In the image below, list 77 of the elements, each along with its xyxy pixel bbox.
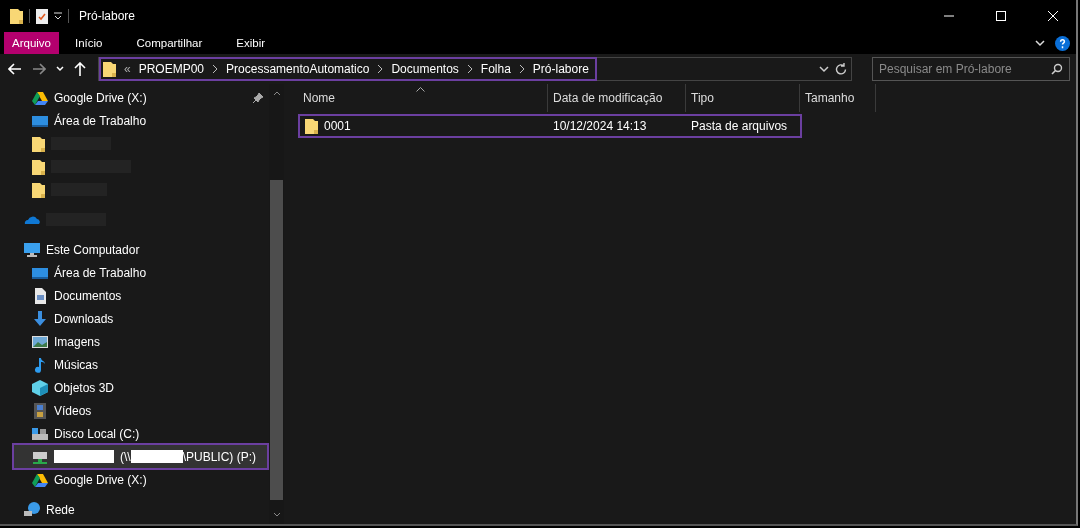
ribbon-tab[interactable]: Início <box>67 32 111 54</box>
sidebar-item[interactable]: Objetos 3D <box>0 376 269 399</box>
chevron-icon <box>377 65 384 73</box>
minimize-icon[interactable] <box>943 15 955 17</box>
scroll-up-icon[interactable] <box>272 90 281 96</box>
sidebar-item[interactable]: Documentos <box>0 284 269 307</box>
address-bar[interactable]: « PROEMP00 ProcessamentoAutomatico Documentos Folha Pró-labore <box>98 57 852 81</box>
download-icon <box>32 310 48 327</box>
ribbon-tab[interactable]: Arquivo <box>4 32 59 54</box>
breadcrumb[interactable]: Documentos <box>391 62 459 76</box>
sidebar-item[interactable]: Rede <box>0 498 269 521</box>
film-icon <box>32 402 48 419</box>
search-field[interactable]: Pesquisar em Pró-labore <box>872 57 1070 81</box>
column-header[interactable]: Tipo <box>686 84 800 112</box>
folder-icon <box>32 181 45 198</box>
close-icon[interactable] <box>1047 10 1059 22</box>
sidebar-item[interactable]: Google Drive (X:) <box>0 86 269 109</box>
folder-icon <box>103 61 116 77</box>
sidebar-item[interactable]: Área de Trabalho <box>0 261 269 284</box>
drive-icon <box>32 89 48 106</box>
drive-icon <box>32 471 48 488</box>
sidebar-item[interactable]: Este Computador <box>0 238 269 261</box>
sidebar-item[interactable]: Disco Local (C:) <box>0 422 269 445</box>
document-icon <box>32 287 48 304</box>
modified-date: 10/12/2024 14:13 <box>552 119 648 133</box>
pin-icon[interactable] <box>253 92 263 103</box>
chevron-icon <box>212 65 219 73</box>
drive-label: \PUBLIC) (P:) <box>182 449 256 464</box>
sidebar-item[interactable]: Vídeos <box>0 399 269 422</box>
sidebar-item[interactable]: Downloads <box>0 307 269 330</box>
sidebar-item[interactable]: (\\ \PUBLIC) (P:) <box>14 445 267 468</box>
chevron-down-icon[interactable] <box>1035 39 1045 47</box>
drive-icon <box>32 425 48 442</box>
network-icon <box>24 501 40 518</box>
help-icon[interactable] <box>1055 35 1070 51</box>
forward-button[interactable] <box>30 63 48 75</box>
file-row[interactable]: 0001 10/12/2024 14:13 Pasta de arquivos <box>300 116 800 136</box>
sidebar-item[interactable]: Área de Trabalho <box>0 109 269 132</box>
music-note-icon <box>32 356 48 373</box>
folder-icon <box>32 135 45 152</box>
scroll-down-icon[interactable] <box>272 512 281 518</box>
computer-icon <box>24 241 40 258</box>
search-icon <box>1051 63 1063 75</box>
redaction-bar <box>130 450 183 463</box>
dropdown-icon[interactable] <box>54 12 62 20</box>
refresh-icon[interactable] <box>835 63 847 75</box>
breadcrumb[interactable]: Folha <box>480 62 511 76</box>
recent-dropdown-button[interactable] <box>54 66 66 72</box>
file-type: Pasta de arquivos <box>690 119 789 133</box>
up-button[interactable] <box>72 62 88 76</box>
column-header[interactable]: Nome <box>298 84 548 112</box>
folder-icon <box>32 158 45 175</box>
drive-path: (\\ <box>120 449 131 464</box>
chevron-down-icon[interactable] <box>819 65 829 73</box>
maximize-icon[interactable] <box>995 10 1007 22</box>
breadcrumb[interactable]: PROEMP00 <box>138 62 205 76</box>
sidebar-item[interactable]: Músicas <box>0 353 269 376</box>
column-header[interactable]: Data de modificação <box>548 84 686 112</box>
ribbon-tab[interactable]: Compartilhar <box>128 32 211 54</box>
chevron-icon <box>466 65 473 73</box>
sidebar-item[interactable]: Google Drive (X:) <box>0 468 269 491</box>
ribbon-tab[interactable]: Exibir <box>228 32 274 54</box>
folder-icon <box>305 118 318 134</box>
chevron-icon <box>518 65 525 73</box>
window-title: Pró-labore <box>79 9 137 23</box>
image-icon <box>32 333 48 350</box>
column-header[interactable]: Tamanho <box>800 84 876 112</box>
file-name: 0001 <box>324 119 351 133</box>
folder-icon <box>10 8 23 24</box>
back-button[interactable] <box>6 63 24 75</box>
sidebar-item[interactable]: Imagens <box>0 330 269 353</box>
overflow-chevron[interactable]: « <box>124 62 131 76</box>
redaction-bar <box>54 450 114 463</box>
cube-icon <box>32 379 48 396</box>
breadcrumb[interactable]: Pró-labore <box>532 62 589 76</box>
checklist-icon[interactable] <box>36 8 48 24</box>
breadcrumb[interactable]: ProcessamentoAutomatico <box>226 62 370 76</box>
